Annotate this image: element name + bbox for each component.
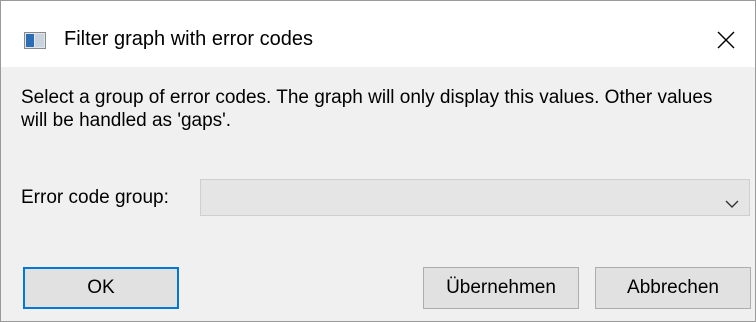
cancel-button[interactable]: Abbrechen bbox=[595, 267, 751, 309]
apply-button[interactable]: Übernehmen bbox=[423, 267, 579, 309]
error-code-group-select[interactable] bbox=[200, 179, 750, 216]
window-app-icon bbox=[24, 32, 46, 49]
title-bar[interactable]: Filter graph with error codes bbox=[1, 1, 755, 67]
dialog-message: Select a group of error codes. The graph… bbox=[21, 87, 713, 131]
error-code-group-label: Error code group: bbox=[21, 187, 169, 208]
dialog-window: Filter graph with error codes Select a g… bbox=[0, 0, 756, 322]
close-icon bbox=[717, 31, 735, 49]
close-button[interactable] bbox=[705, 21, 747, 59]
chevron-down-icon bbox=[725, 193, 739, 215]
ok-button[interactable]: OK bbox=[23, 267, 179, 309]
window-title: Filter graph with error codes bbox=[64, 28, 313, 50]
